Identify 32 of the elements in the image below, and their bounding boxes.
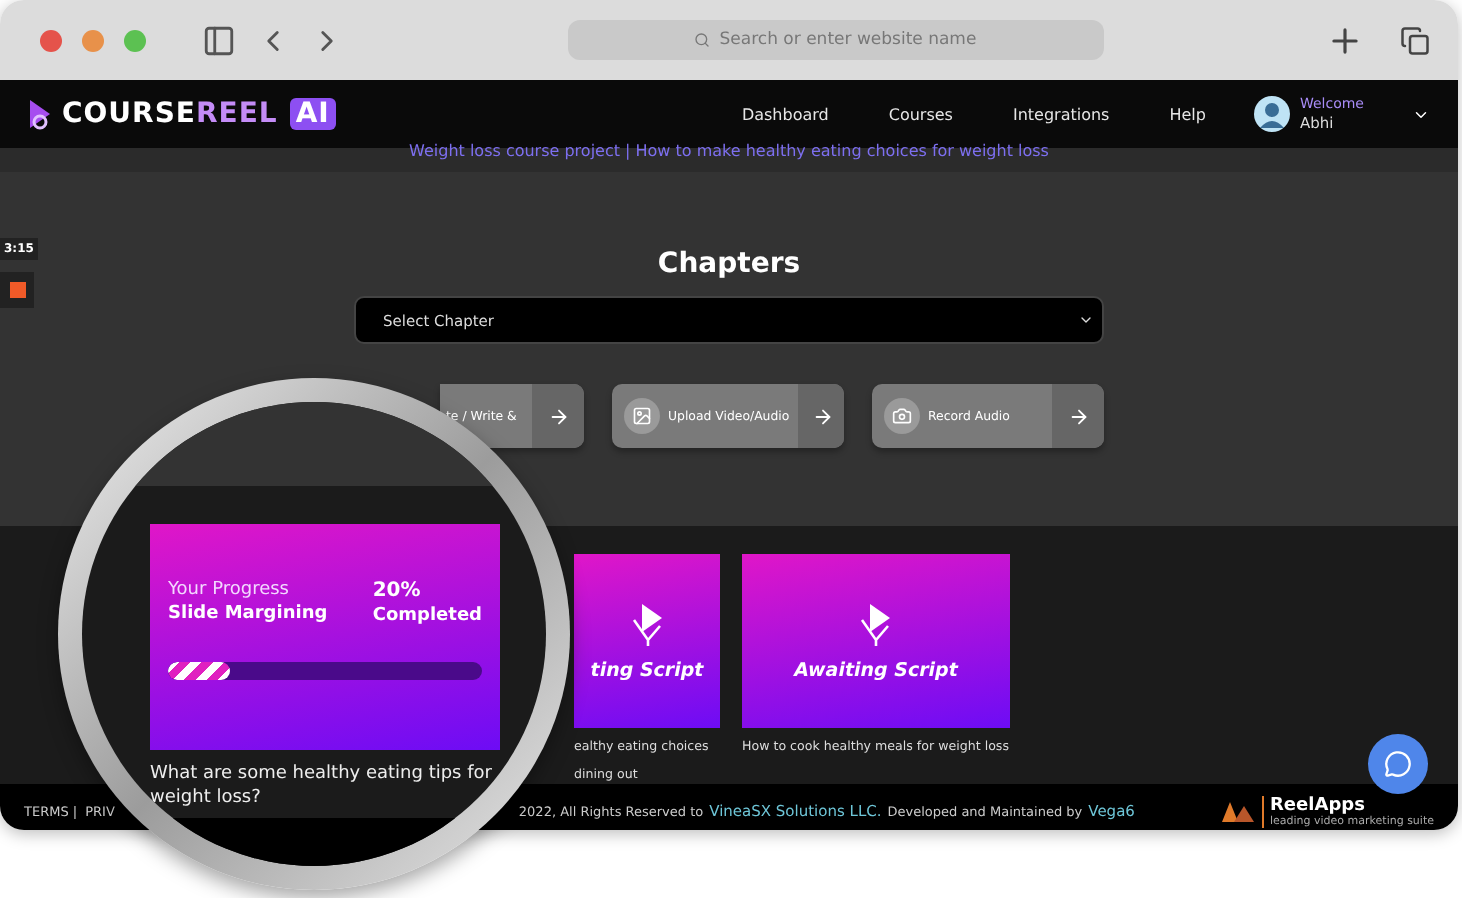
card-status: ting Script xyxy=(590,660,704,682)
section-title: Chapters xyxy=(657,248,801,280)
card-caption: What are some healthy eating tips for weight loss? xyxy=(150,762,494,810)
tabs-icon[interactable] xyxy=(1400,25,1430,55)
project-title: Weight loss course project | How to make healthy eating choices for weight loss xyxy=(409,144,1049,164)
logo-text: COURSEREEL xyxy=(62,98,278,130)
close-button[interactable] xyxy=(40,29,62,51)
camera-icon xyxy=(892,406,912,426)
search-icon xyxy=(693,32,710,48)
logo-badge: AI xyxy=(289,98,336,130)
slide-card[interactable]: Awaiting Script xyxy=(742,554,1010,728)
slide-card[interactable]: ting Script xyxy=(574,554,720,728)
arrow-icon xyxy=(1067,405,1089,427)
stop-button[interactable] xyxy=(0,272,34,308)
nav-link[interactable]: Integrations xyxy=(1012,105,1110,123)
arrow-icon xyxy=(812,405,835,427)
caret-icon xyxy=(1077,312,1093,328)
chat-icon xyxy=(1384,750,1412,778)
nav-link[interactable]: Courses xyxy=(888,105,953,123)
nav-link[interactable]: Dashboard xyxy=(741,105,829,123)
arrow-icon xyxy=(547,405,569,427)
slide-name: Slide Margining xyxy=(168,604,328,624)
brand-name: ReelApps xyxy=(1270,795,1367,815)
progress-percent: 20% xyxy=(372,580,423,602)
card-status: Awaiting Script xyxy=(794,660,958,682)
brand-logo-icon xyxy=(1222,801,1254,821)
nav-link[interactable]: Help xyxy=(1169,105,1206,123)
image-icon xyxy=(632,406,652,426)
sidebar-icon[interactable] xyxy=(202,23,236,57)
avatar-icon[interactable] xyxy=(1253,96,1290,132)
progress-label: Your Progress xyxy=(168,580,291,600)
progress-status: Completed xyxy=(372,606,482,626)
